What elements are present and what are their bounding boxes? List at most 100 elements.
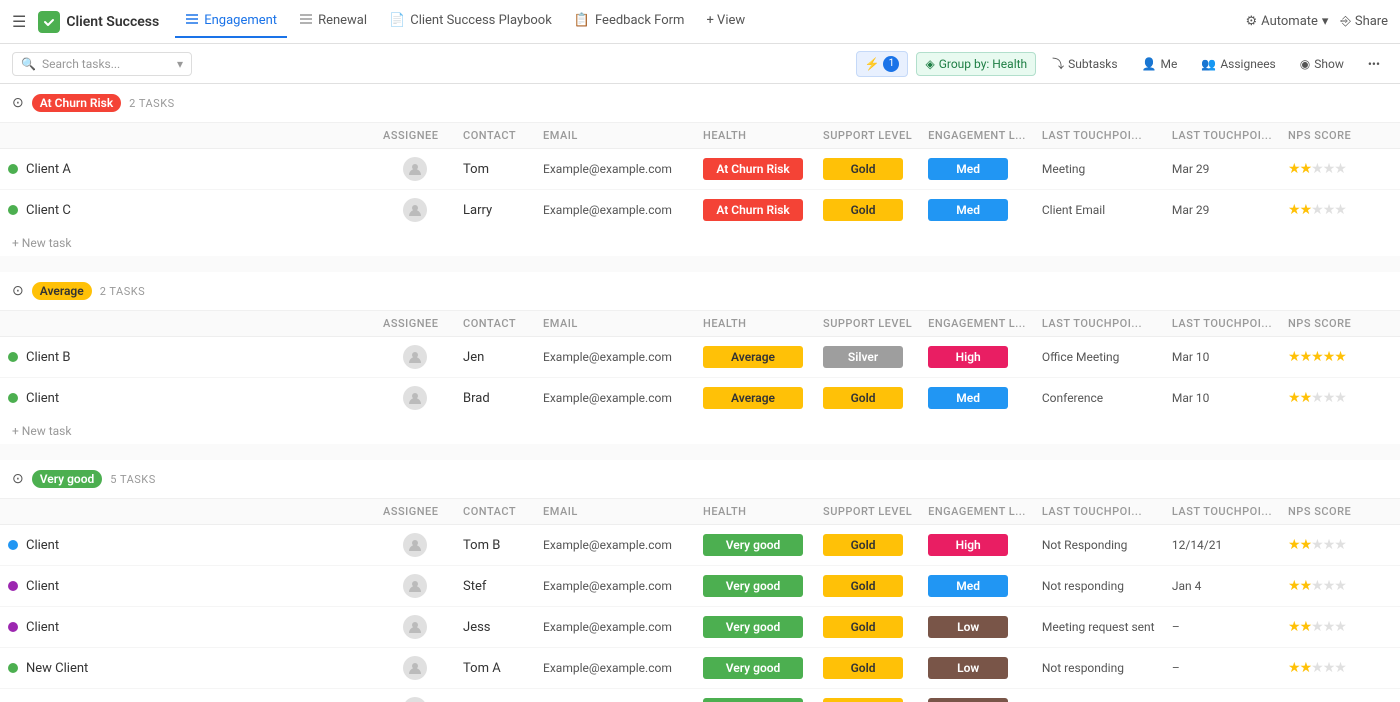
touchpoint2-value: Mar 10 (1172, 391, 1210, 405)
contact-name: Stef (463, 579, 486, 594)
col-header-contact: CONTACT (455, 311, 535, 337)
automate-icon: ⚙ (1246, 14, 1258, 29)
touchpoint1-cell: Not responding (1034, 648, 1164, 689)
contact-cell: Tom B (455, 525, 535, 566)
task-name-cell[interactable]: Client C (0, 190, 375, 231)
health-cell: At Churn Risk (695, 149, 815, 190)
nps-stars: ★★★★★ (1288, 202, 1346, 218)
avatar (403, 656, 427, 680)
tab-renewal[interactable]: Renewal (289, 6, 377, 38)
share-button[interactable]: ⎆ Share (1340, 14, 1388, 29)
tab-add-view[interactable]: + View (696, 7, 755, 36)
group-label: Group by: Health (939, 57, 1027, 71)
show-icon: ◉ (1300, 57, 1310, 71)
touchpoint2-value: Mar 29 (1172, 203, 1210, 217)
search-box[interactable]: 🔍 Search tasks... ▾ (12, 52, 192, 76)
email-cell: Example@example.com (535, 337, 695, 378)
support-badge: Gold (823, 199, 903, 221)
touchpoint1-value: Conference (1042, 391, 1103, 405)
task-name-cell[interactable]: Client (0, 607, 375, 648)
show-button[interactable]: ◉ Show (1292, 53, 1352, 75)
task-name-label: Client A (26, 162, 71, 177)
contact-name: Brad (463, 391, 490, 406)
health-badge: Average (703, 387, 803, 409)
touchpoint2-cell: Mar 29 (1164, 190, 1280, 231)
task-name-cell[interactable]: Client (0, 378, 375, 419)
more-options-button[interactable]: ••• (1360, 53, 1388, 75)
tab-engagement[interactable]: Engagement (175, 6, 287, 38)
section-toggle-average[interactable]: ⊙ (12, 283, 24, 299)
task-dot (8, 205, 18, 215)
email-cell: Example@example.com (535, 648, 695, 689)
task-name-cell[interactable]: Client (0, 525, 375, 566)
touchpoint2-cell: – (1164, 607, 1280, 648)
filter-button[interactable]: ⚡ 1 (856, 51, 909, 77)
table-average: ASSIGNEE CONTACT EMAIL HEALTH SUPPORT LE… (0, 311, 1400, 418)
contact-name: Tom A (463, 661, 501, 676)
contact-cell: Jess (455, 607, 535, 648)
nps-cell: ★★★★★ (1280, 149, 1400, 190)
email-value: Example@example.com (543, 579, 672, 593)
task-name-cell[interactable]: Client A (0, 149, 375, 190)
touchpoint2-cell: 12/14/21 (1164, 525, 1280, 566)
task-name-cell[interactable]: Test (0, 689, 375, 702)
contact-cell: Tom (455, 149, 535, 190)
email-value: Example@example.com (543, 620, 672, 634)
email-cell: Example@example.com (535, 607, 695, 648)
engagement-badge: Low (928, 616, 1008, 638)
health-badge: Very good (703, 534, 803, 556)
engagement-badge: High (928, 346, 1008, 368)
new-task-average[interactable]: + New task (0, 418, 1400, 444)
health-cell: Very good (695, 525, 815, 566)
nav-right: ⚙ Automate ▾ ⎆ Share (1246, 14, 1388, 29)
table-row: Client Brad Example@example.com Average (0, 378, 1400, 419)
col-header-name (0, 499, 375, 525)
engagement-cell: Low (920, 607, 1034, 648)
col-header-assignee: ASSIGNEE (375, 499, 455, 525)
subtasks-button[interactable]: ⤵ Subtasks (1044, 51, 1125, 76)
task-name-cell[interactable]: Client B (0, 337, 375, 378)
email-cell: Example@example.com (535, 566, 695, 607)
assignees-button[interactable]: 👥 Assignees (1193, 53, 1283, 75)
tab-playbook[interactable]: 📄 Client Success Playbook (379, 7, 562, 36)
hamburger-icon[interactable]: ☰ (12, 12, 26, 31)
new-task-churn[interactable]: + New task (0, 230, 1400, 256)
group-by-button[interactable]: ◈ Group by: Health (916, 52, 1036, 76)
section-badge-verygood: Very good (32, 470, 103, 488)
col-header-assignee: ASSIGNEE (375, 311, 455, 337)
task-name-label: New Client (26, 661, 88, 676)
section-header-average: ⊙ Average 2 TASKS (0, 272, 1400, 311)
table-row: Client B Jen Example@example.com Average (0, 337, 1400, 378)
tab-feedback-label: Feedback Form (595, 13, 684, 28)
contact-name: Jen (463, 350, 484, 365)
touchpoint2-value: – (1172, 620, 1180, 634)
engagement-cell: High (920, 337, 1034, 378)
section-toggle-churn[interactable]: ⊙ (12, 95, 24, 111)
col-header-engagement: ENGAGEMENT L... (920, 499, 1034, 525)
renewal-tab-icon (299, 12, 313, 30)
col-header-touchpoint2: LAST TOUCHPOI... (1164, 499, 1280, 525)
automate-button[interactable]: ⚙ Automate ▾ (1246, 14, 1329, 29)
avatar (403, 198, 427, 222)
section-toggle-verygood[interactable]: ⊙ (12, 471, 24, 487)
email-value: Example@example.com (543, 162, 672, 176)
nps-cell: ★★★★★ (1280, 689, 1400, 702)
contact-cell: Jen (455, 337, 535, 378)
touchpoint2-value: Mar 29 (1172, 162, 1210, 176)
task-name-cell[interactable]: Client (0, 566, 375, 607)
task-name-cell[interactable]: New Client (0, 648, 375, 689)
assignee-cell (375, 607, 455, 648)
engagement-cell: Low (920, 648, 1034, 689)
touchpoint1-cell: Meeting request sent (1034, 607, 1164, 648)
search-chevron-icon: ▾ (177, 57, 183, 71)
touchpoint2-value: Jan 4 (1172, 579, 1202, 593)
feedback-tab-icon: 📋 (574, 13, 590, 28)
me-button[interactable]: 👤 Me (1134, 53, 1186, 75)
task-dot (8, 540, 18, 550)
show-label: Show (1314, 57, 1344, 71)
touchpoint1-value: Not responding (1042, 579, 1124, 593)
support-badge: Gold (823, 387, 903, 409)
tab-feedback[interactable]: 📋 Feedback Form (564, 7, 695, 36)
section-average: ⊙ Average 2 TASKS ASSIGNEE CONTACT EMAIL… (0, 272, 1400, 444)
task-dot (8, 581, 18, 591)
